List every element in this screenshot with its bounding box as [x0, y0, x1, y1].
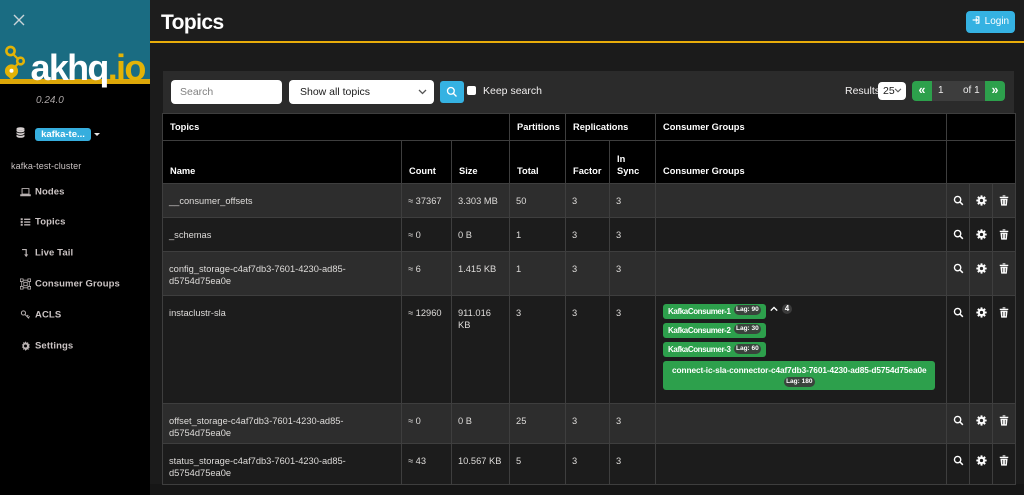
- svg-text:akhq.io: akhq.io: [31, 47, 146, 88]
